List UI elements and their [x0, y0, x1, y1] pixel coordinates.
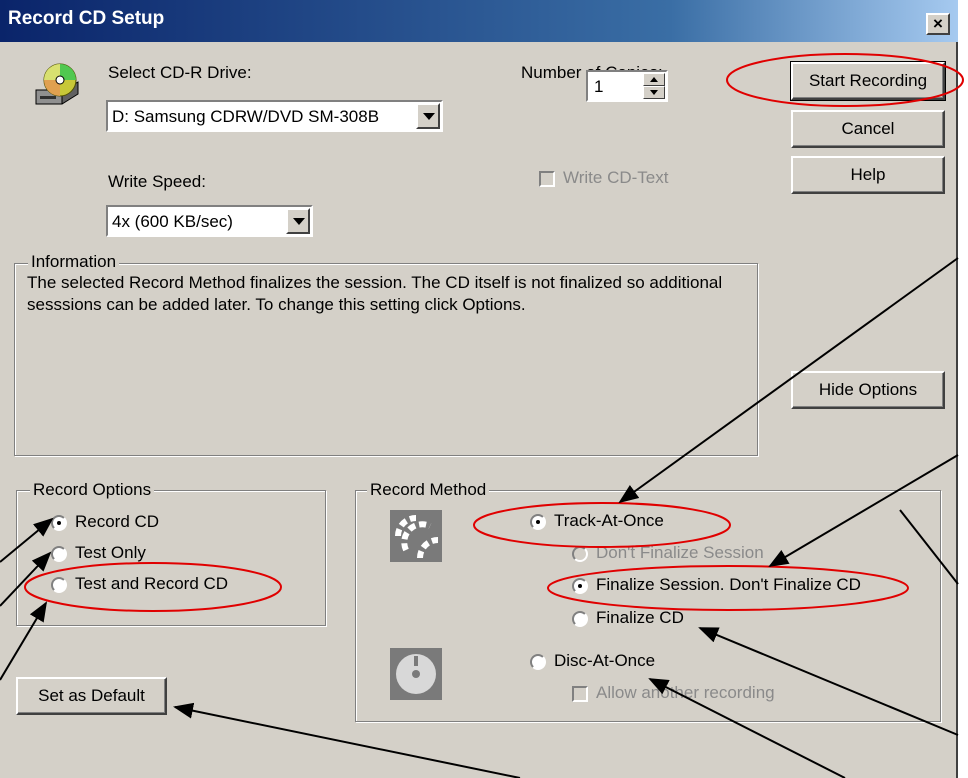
cd-drive-icon [35, 63, 79, 105]
close-button[interactable]: × [926, 13, 950, 35]
record-options-legend: Record Options [30, 480, 155, 500]
information-legend: Information [28, 252, 120, 272]
speed-select[interactable]: 4x (600 KB/sec) [106, 205, 313, 237]
disc-at-once-label: Disc-At-Once [554, 651, 656, 670]
radio-button [51, 515, 67, 531]
track-at-once-icon [390, 510, 442, 562]
chevron-down-icon[interactable] [286, 208, 310, 234]
test-and-record-label: Test and Record CD [75, 574, 229, 593]
dont-finalize-session-label: Don't Finalize Session [596, 543, 764, 562]
record-method-legend: Record Method [367, 480, 490, 500]
disc-at-once-icon [390, 648, 442, 700]
allow-another-recording-label: Allow another recording [596, 683, 775, 702]
finalize-session-label: Finalize Session. Don't Finalize CD [596, 575, 861, 594]
cancel-button[interactable]: Cancel [791, 110, 945, 148]
close-icon: × [933, 14, 943, 33]
start-recording-button[interactable]: Start Recording [790, 61, 946, 101]
title-bar[interactable]: Record CD Setup × [0, 0, 958, 42]
radio-button [51, 577, 67, 593]
record-cd-setup-dialog: Record CD Setup × Select CD-R Drive: D: … [0, 0, 958, 778]
copies-value: 1 [594, 77, 604, 96]
checkbox-box [572, 686, 588, 702]
speed-label: Write Speed: [108, 172, 206, 191]
spin-up-icon[interactable] [643, 73, 665, 86]
radio-button [572, 578, 588, 594]
finalize-cd-label: Finalize CD [596, 608, 684, 627]
spin-down-icon[interactable] [643, 86, 665, 99]
set-as-default-button[interactable]: Set as Default [16, 677, 167, 715]
checkbox-box [539, 171, 555, 187]
radio-button [51, 546, 67, 562]
chevron-down-icon[interactable] [416, 103, 440, 129]
help-button[interactable]: Help [791, 156, 945, 194]
radio-button [530, 514, 546, 530]
information-text: The selected Record Method finalizes the… [27, 273, 723, 314]
write-cd-text-label: Write CD-Text [563, 168, 669, 187]
background-strip [958, 0, 968, 778]
radio-button [572, 611, 588, 627]
radio-button [530, 654, 546, 670]
copies-stepper[interactable]: 1 [586, 70, 668, 102]
track-at-once-label: Track-At-Once [554, 511, 664, 530]
drive-select[interactable]: D: Samsung CDRW/DVD SM-308B [106, 100, 443, 132]
hide-options-button[interactable]: Hide Options [791, 371, 945, 409]
radio-button [572, 546, 588, 562]
record-cd-label: Record CD [75, 512, 160, 531]
window-title: Record CD Setup [8, 8, 165, 29]
speed-value: 4x (600 KB/sec) [112, 212, 233, 231]
drive-label: Select CD-R Drive: [108, 63, 252, 82]
test-only-label: Test Only [75, 543, 146, 562]
drive-value: D: Samsung CDRW/DVD SM-308B [112, 107, 380, 126]
